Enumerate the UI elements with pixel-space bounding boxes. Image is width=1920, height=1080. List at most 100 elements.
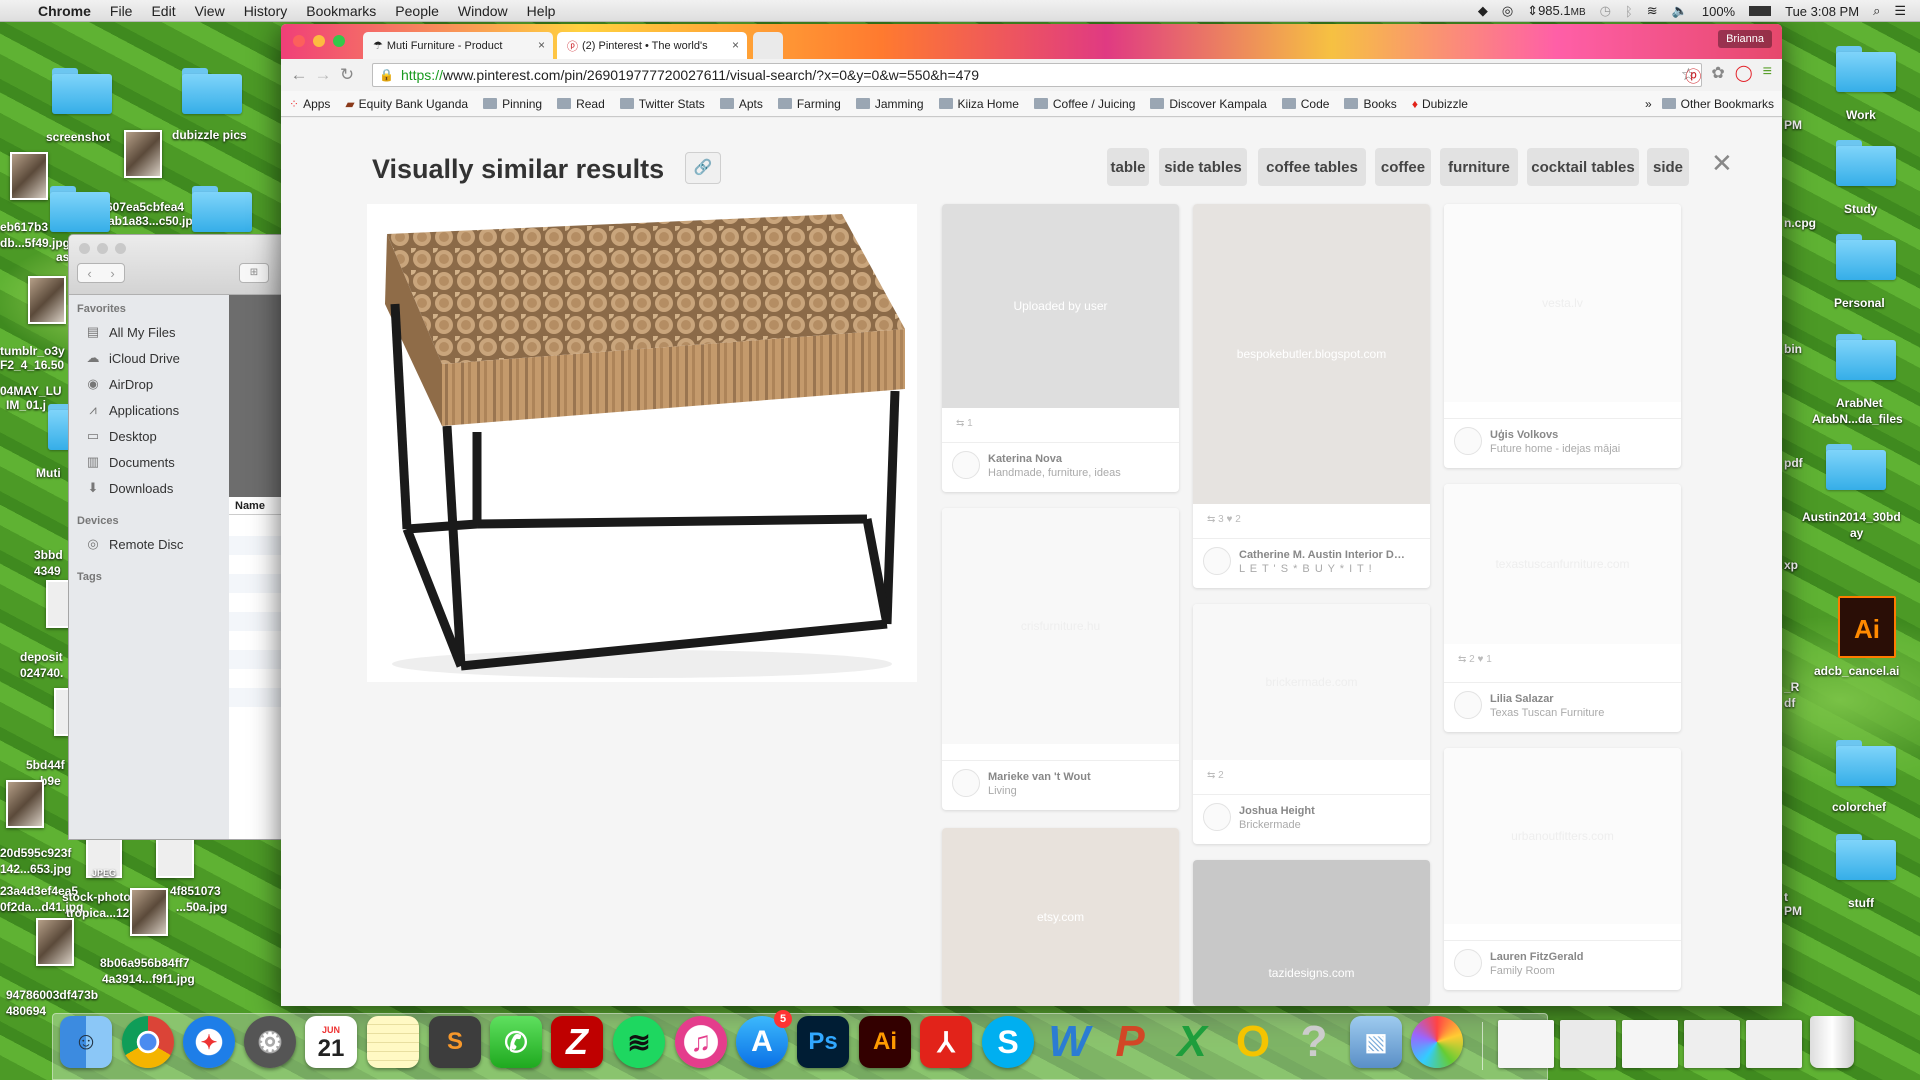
zoom-button[interactable] [333, 35, 345, 47]
dock-outlook-icon[interactable]: O [1227, 1016, 1279, 1068]
folder-icon[interactable] [1826, 444, 1886, 490]
desktop-label[interactable]: deposit [20, 650, 63, 664]
board-name[interactable]: Handmade, furniture, ideas [988, 467, 1121, 479]
dock-illustrator-icon[interactable]: Ai [859, 1016, 911, 1068]
desktop-label[interactable]: eb617b3 [0, 220, 48, 234]
bookmark-apps[interactable]: ⁘ Apps [289, 97, 330, 111]
sidebar-item-documents[interactable]: ▥ Documents [69, 449, 229, 475]
board-name[interactable]: Living [988, 785, 1017, 797]
desktop-label[interactable]: db...5f49.jpg [0, 236, 70, 250]
menu-file[interactable]: File [110, 3, 133, 19]
desktop-label[interactable]: Muti [36, 466, 61, 480]
menu-icon[interactable]: ≡ [1763, 63, 1772, 87]
desktop-label[interactable]: dubizzle pics [172, 128, 247, 142]
dock-word-icon[interactable]: W [1043, 1016, 1095, 1068]
avatar[interactable] [952, 451, 980, 479]
close-tab-icon[interactable]: × [732, 38, 739, 52]
dock-preview-icon[interactable]: ▧ [1350, 1016, 1402, 1068]
dock-skype-icon[interactable]: S [982, 1016, 1034, 1068]
memory-monitor[interactable]: ⇕985.1MB [1527, 3, 1585, 19]
menu-edit[interactable]: Edit [151, 3, 175, 19]
desktop-label[interactable]: 20d595c923f [0, 846, 71, 860]
back-forward-buttons[interactable]: ‹ › [77, 263, 125, 283]
pin-card[interactable]: Uploaded by user ⇆ 1 Katerina Nova Handm… [942, 204, 1179, 492]
back-arrow-icon[interactable]: ← [287, 65, 311, 85]
dock-notes-icon[interactable] [367, 1016, 419, 1068]
bookmark-folder-books[interactable]: Books [1344, 97, 1397, 111]
bookmark-dubizzle[interactable]: ♦ Dubizzle [1412, 97, 1468, 111]
menu-help[interactable]: Help [527, 3, 556, 19]
menu-window[interactable]: Window [458, 3, 508, 19]
dock-app-store-icon[interactable]: A5 [736, 1010, 792, 1068]
close-tab-icon[interactable]: × [538, 38, 545, 52]
desktop-label[interactable]: ay [1850, 526, 1863, 540]
desktop-label[interactable]: stock-photo- [62, 890, 135, 904]
pin-card[interactable]: etsy.com [942, 828, 1179, 1006]
zoom-button[interactable] [115, 243, 126, 254]
bluetooth-icon[interactable]: ᛒ [1625, 4, 1633, 19]
sidebar-item-desktop[interactable]: ▭ Desktop [69, 423, 229, 449]
bookmark-folder-pinning[interactable]: Pinning [483, 97, 542, 111]
dock-minimized-window[interactable] [1684, 1020, 1740, 1068]
desktop-label[interactable]: screenshot [46, 130, 110, 144]
menu-people[interactable]: People [395, 3, 439, 19]
avatar[interactable] [1454, 949, 1482, 977]
folder-icon[interactable] [50, 186, 110, 232]
desktop-label[interactable]: Austin2014_30bd [1802, 510, 1901, 524]
desktop-label[interactable]: ...50a.jpg [176, 900, 227, 914]
dock-photoshop-icon[interactable]: Ps [797, 1016, 849, 1068]
forward-arrow-icon[interactable]: › [110, 266, 114, 281]
bookmark-folder-read[interactable]: Read [557, 97, 605, 111]
time-machine-icon[interactable]: ◷ [1600, 3, 1611, 19]
desktop-label[interactable]: ArabN...da_files [1812, 412, 1903, 426]
desktop-label[interactable]: 5bd44f [26, 758, 65, 772]
pinner-name[interactable]: Uģis Volkovs [1490, 429, 1660, 441]
sidebar-item-remote-disc[interactable]: ◎ Remote Disc [69, 531, 229, 557]
dock-powerpoint-icon[interactable]: P [1104, 1016, 1156, 1068]
image-thumbnail[interactable] [124, 130, 162, 178]
battery-icon[interactable] [1749, 6, 1772, 16]
pin-card[interactable]: texastuscanfurniture.com ⇆ 2 ♥ 1 Lilia S… [1444, 484, 1681, 732]
pinner-name[interactable]: Catherine M. Austin Interior Desi... [1239, 549, 1409, 561]
desktop-label-work[interactable]: Work [1846, 108, 1876, 122]
pinner-name[interactable]: Lauren FitzGerald [1490, 951, 1660, 963]
dock-filezilla-icon[interactable]: Z [551, 1016, 603, 1068]
icon-view-button[interactable]: ⊞ [239, 263, 269, 283]
sidebar-item-applications[interactable]: ⩘ Applications [69, 397, 229, 423]
dock-facetime-icon[interactable]: ✆ [490, 1016, 542, 1068]
chip-side[interactable]: side [1647, 148, 1689, 186]
tab-muti-furniture[interactable]: ☂ Muti Furniture - Product × [363, 32, 553, 59]
image-thumbnail[interactable] [130, 888, 168, 936]
clock[interactable]: Tue 3:08 PM [1785, 4, 1859, 19]
tab-pinterest[interactable]: ⓟ (2) Pinterest • The world's × [557, 32, 747, 59]
image-thumbnail[interactable] [6, 780, 44, 828]
pin-card[interactable]: tazidesigns.com [1193, 860, 1430, 1006]
desktop-label[interactable]: 4a3914...f9f1.jpg [102, 972, 195, 986]
desktop-label[interactable]: 3bbd [34, 548, 63, 562]
source-pin-image[interactable] [367, 204, 917, 682]
menu-history[interactable]: History [244, 3, 288, 19]
dock-itunes-icon[interactable]: ♫ [675, 1016, 727, 1068]
dock-acrobat-icon[interactable]: ⅄ [920, 1016, 972, 1068]
desktop-label[interactable]: 4349 [34, 564, 61, 578]
bookmark-folder-discover-kampala[interactable]: Discover Kampala [1150, 97, 1267, 111]
desktop-label[interactable]: stuff [1848, 896, 1874, 910]
new-tab-button[interactable] [753, 32, 783, 59]
chip-side-tables[interactable]: side tables [1159, 148, 1247, 186]
sync-icon[interactable]: ◎ [1502, 3, 1513, 19]
board-name[interactable]: Family Room [1490, 965, 1555, 977]
desktop-label[interactable]: colorchef [1832, 800, 1886, 814]
back-arrow-icon[interactable]: ‹ [87, 266, 91, 281]
avatar[interactable] [1203, 547, 1231, 575]
dock-chrome-icon[interactable] [122, 1016, 174, 1068]
desktop-label[interactable]: tumblr_o3y [0, 344, 65, 358]
battery-percent[interactable]: 100% [1702, 4, 1735, 19]
bookmark-equity-bank[interactable]: ▰ Equity Bank Uganda [345, 97, 468, 111]
minimize-button[interactable] [313, 35, 325, 47]
image-thumbnail[interactable] [36, 918, 74, 966]
pinner-name[interactable]: Marieke van 't Wout [988, 771, 1158, 783]
wifi-icon[interactable]: ≋ [1647, 3, 1658, 19]
bookmarks-overflow-button[interactable]: » [1645, 97, 1652, 111]
folder-icon[interactable] [192, 186, 252, 232]
illustrator-file-icon[interactable]: Ai [1838, 596, 1896, 658]
